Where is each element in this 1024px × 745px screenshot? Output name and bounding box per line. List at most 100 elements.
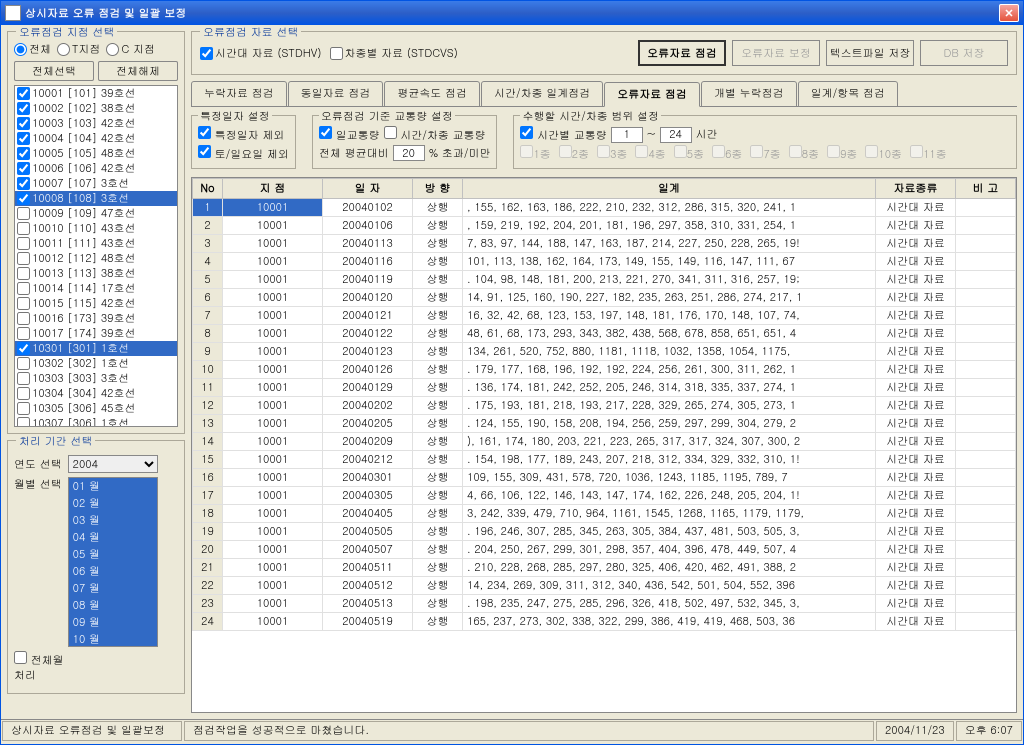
table-row[interactable]: 131000120040205상행. 124, 155, 190, 158, 2… xyxy=(193,415,1016,433)
tab[interactable]: 일계/항목 점검 xyxy=(798,81,898,106)
table-row[interactable]: 41000120040116상행101, 113, 138, 162, 164,… xyxy=(193,253,1016,271)
station-item[interactable]: 10303 [303] 3호선 xyxy=(15,371,177,386)
column-header[interactable]: No xyxy=(193,179,223,199)
station-item[interactable]: 10004 [104] 42호선 xyxy=(15,131,177,146)
vehicle-data-check[interactable]: 차종별 자료 (STDCVS) xyxy=(330,46,458,61)
station-item[interactable]: 10016 [173] 39호선 xyxy=(15,311,177,326)
month-item[interactable]: 09 월 xyxy=(69,614,157,631)
table-row[interactable]: 161000120040301상행109, 155, 309, 431, 578… xyxy=(193,469,1016,487)
hourly-vehicle-check[interactable]: 시간/차종 교통량 xyxy=(384,126,486,143)
station-item[interactable]: 10017 [174] 39호선 xyxy=(15,326,177,341)
month-item[interactable]: 01 월 xyxy=(69,478,157,495)
table-row[interactable]: 21000120040106상행, 159, 219, 192, 204, 20… xyxy=(193,217,1016,235)
deselect-all-button[interactable]: 전체해제 xyxy=(98,61,178,81)
month-item[interactable]: 06 월 xyxy=(69,563,157,580)
daily-traffic-check[interactable]: 일교통량 xyxy=(319,126,380,143)
table-row[interactable]: 91000120040123상행134, 261, 520, 752, 880,… xyxy=(193,343,1016,361)
statusbar: 상시자료 오류점검 및 일괄보정 점검작업을 성공적으로 마쳤습니다. 2004… xyxy=(1,719,1023,741)
column-header[interactable]: 일계 xyxy=(463,179,876,199)
table-row[interactable]: 171000120040305상행4, 66, 106, 122, 146, 1… xyxy=(193,487,1016,505)
station-item[interactable]: 10003 [103] 42호선 xyxy=(15,116,177,131)
table-row[interactable]: 31000120040113상행7, 83, 97, 144, 188, 147… xyxy=(193,235,1016,253)
error-check-button[interactable]: 오류자료 점검 xyxy=(638,40,726,66)
table-row[interactable]: 151000120040212상행. 154, 198, 177, 189, 2… xyxy=(193,451,1016,469)
status-date: 2004/11/23 xyxy=(876,721,954,741)
month-item[interactable]: 02 월 xyxy=(69,495,157,512)
close-icon[interactable]: ✕ xyxy=(999,4,1019,22)
station-item[interactable]: 10014 [114] 17호선 xyxy=(15,281,177,296)
station-item[interactable]: 10011 [111] 43호선 xyxy=(15,236,177,251)
station-item[interactable]: 10307 [306] 1호선 xyxy=(15,416,177,427)
hourly-data-check[interactable]: 시간대 자료 (STDHV) xyxy=(200,46,322,61)
station-item[interactable]: 10002 [102] 38호선 xyxy=(15,101,177,116)
column-header[interactable]: 지 점 xyxy=(223,179,323,199)
range-group: 수행할 시간/차종 범위 설정 시간별 교통량 ~ 시간 1종2종3종4종5종6… xyxy=(513,115,1017,169)
station-item[interactable]: 10013 [113] 38호선 xyxy=(15,266,177,281)
table-row[interactable]: 201000120040507상행. 204, 250, 267, 299, 3… xyxy=(193,541,1016,559)
table-row[interactable]: 111000120040129상행. 136, 174, 181, 242, 2… xyxy=(193,379,1016,397)
all-months-check[interactable]: 전체월 처리 xyxy=(14,651,64,683)
radio-all[interactable]: 전체 xyxy=(14,42,51,57)
station-item[interactable]: 10015 [115] 42호선 xyxy=(15,296,177,311)
month-item[interactable]: 05 월 xyxy=(69,546,157,563)
table-row[interactable]: 81000120040122상행48, 61, 68, 173, 293, 34… xyxy=(193,325,1016,343)
select-all-button[interactable]: 전체선택 xyxy=(14,61,94,81)
status-message: 점검작업을 성공적으로 마쳤습니다. xyxy=(184,721,874,741)
table-row[interactable]: 11000120040102상행, 155, 162, 163, 186, 22… xyxy=(193,199,1016,217)
exclude-weekend-check[interactable]: 토/일요일 제외 xyxy=(198,145,289,162)
column-header[interactable]: 방 향 xyxy=(413,179,463,199)
table-row[interactable]: 101000120040126상행. 179, 177, 168, 196, 1… xyxy=(193,361,1016,379)
month-item[interactable]: 07 월 xyxy=(69,580,157,597)
station-item[interactable]: 10009 [109] 47호선 xyxy=(15,206,177,221)
table-row[interactable]: 191000120040505상행. 196, 246, 307, 285, 3… xyxy=(193,523,1016,541)
table-row[interactable]: 231000120040513상행. 198, 235, 247, 275, 2… xyxy=(193,595,1016,613)
month-item[interactable]: 10 월 xyxy=(69,631,157,647)
year-select[interactable]: 2004 xyxy=(68,455,158,473)
station-item[interactable]: 10010 [110] 43호선 xyxy=(15,221,177,236)
column-header[interactable]: 비 고 xyxy=(956,179,1016,199)
table-row[interactable]: 211000120040511상행. 210, 228, 268, 285, 2… xyxy=(193,559,1016,577)
table-row[interactable]: 181000120040405상행3, 242, 339, 479, 710, … xyxy=(193,505,1016,523)
radio-c[interactable]: C 지점 xyxy=(106,42,155,57)
radio-t[interactable]: T지점 xyxy=(57,42,100,57)
tab[interactable]: 오류자료 점검 xyxy=(604,82,700,107)
month-item[interactable]: 04 월 xyxy=(69,529,157,546)
month-item[interactable]: 08 월 xyxy=(69,597,157,614)
tab[interactable]: 개별 누락점검 xyxy=(701,81,797,106)
table-row[interactable]: 141000120040209상행), 161, 174, 180, 203, … xyxy=(193,433,1016,451)
column-header[interactable]: 자료종류 xyxy=(876,179,956,199)
tab[interactable]: 평균속도 점검 xyxy=(384,81,480,106)
tab[interactable]: 누락자료 점검 xyxy=(191,81,287,106)
station-list[interactable]: 10001 [101] 39호선10002 [102] 38호선10003 [1… xyxy=(14,85,178,427)
station-item[interactable]: 10301 [301] 1호선 xyxy=(15,341,177,356)
error-correct-button: 오류자료 보정 xyxy=(732,40,820,66)
text-save-button[interactable]: 텍스트파일 저장 xyxy=(826,40,914,66)
exclude-specific-check[interactable]: 특정일자 제외 xyxy=(198,126,284,143)
station-item[interactable]: 10304 [304] 42호선 xyxy=(15,386,177,401)
hour-to-input[interactable] xyxy=(660,127,692,143)
month-list[interactable]: 01 월02 월03 월04 월05 월06 월07 월08 월09 월10 월… xyxy=(68,477,158,647)
table-row[interactable]: 221000120040512상행14, 234, 269, 309, 311,… xyxy=(193,577,1016,595)
table-row[interactable]: 61000120040120상행14, 91, 125, 160, 190, 2… xyxy=(193,289,1016,307)
station-item[interactable]: 10012 [112] 48호선 xyxy=(15,251,177,266)
station-item[interactable]: 10302 [302] 1호선 xyxy=(15,356,177,371)
table-row[interactable]: 51000120040119상행. 104, 98, 148, 181, 200… xyxy=(193,271,1016,289)
column-header[interactable]: 일 자 xyxy=(323,179,413,199)
station-item[interactable]: 10305 [306] 45호선 xyxy=(15,401,177,416)
station-item[interactable]: 10001 [101] 39호선 xyxy=(15,86,177,101)
station-item[interactable]: 10006 [106] 42호선 xyxy=(15,161,177,176)
tab[interactable]: 동일자료 점검 xyxy=(288,81,384,106)
tab[interactable]: 시간/차종 일계점검 xyxy=(481,81,603,106)
table-row[interactable]: 121000120040202상행. 175, 193, 181, 218, 1… xyxy=(193,397,1016,415)
table-row[interactable]: 71000120040121상행16, 32, 42, 68, 123, 153… xyxy=(193,307,1016,325)
percent-input[interactable] xyxy=(393,145,425,161)
station-item[interactable]: 10005 [105] 48호선 xyxy=(15,146,177,161)
station-item[interactable]: 10008 [108] 3호선 xyxy=(15,191,177,206)
titlebar: 상시자료 오류 점검 및 일괄 보정 ✕ xyxy=(1,1,1023,25)
hourly-traffic-range-check[interactable]: 시간별 교통량 xyxy=(520,126,606,143)
month-item[interactable]: 03 월 xyxy=(69,512,157,529)
hour-from-input[interactable] xyxy=(611,127,643,143)
table-row[interactable]: 241000120040519상행165, 237, 273, 302, 338… xyxy=(193,613,1016,631)
data-grid[interactable]: No지 점일 자방 향일계자료종류비 고 11000120040102상행, 1… xyxy=(191,177,1017,713)
station-item[interactable]: 10007 [107] 3호선 xyxy=(15,176,177,191)
